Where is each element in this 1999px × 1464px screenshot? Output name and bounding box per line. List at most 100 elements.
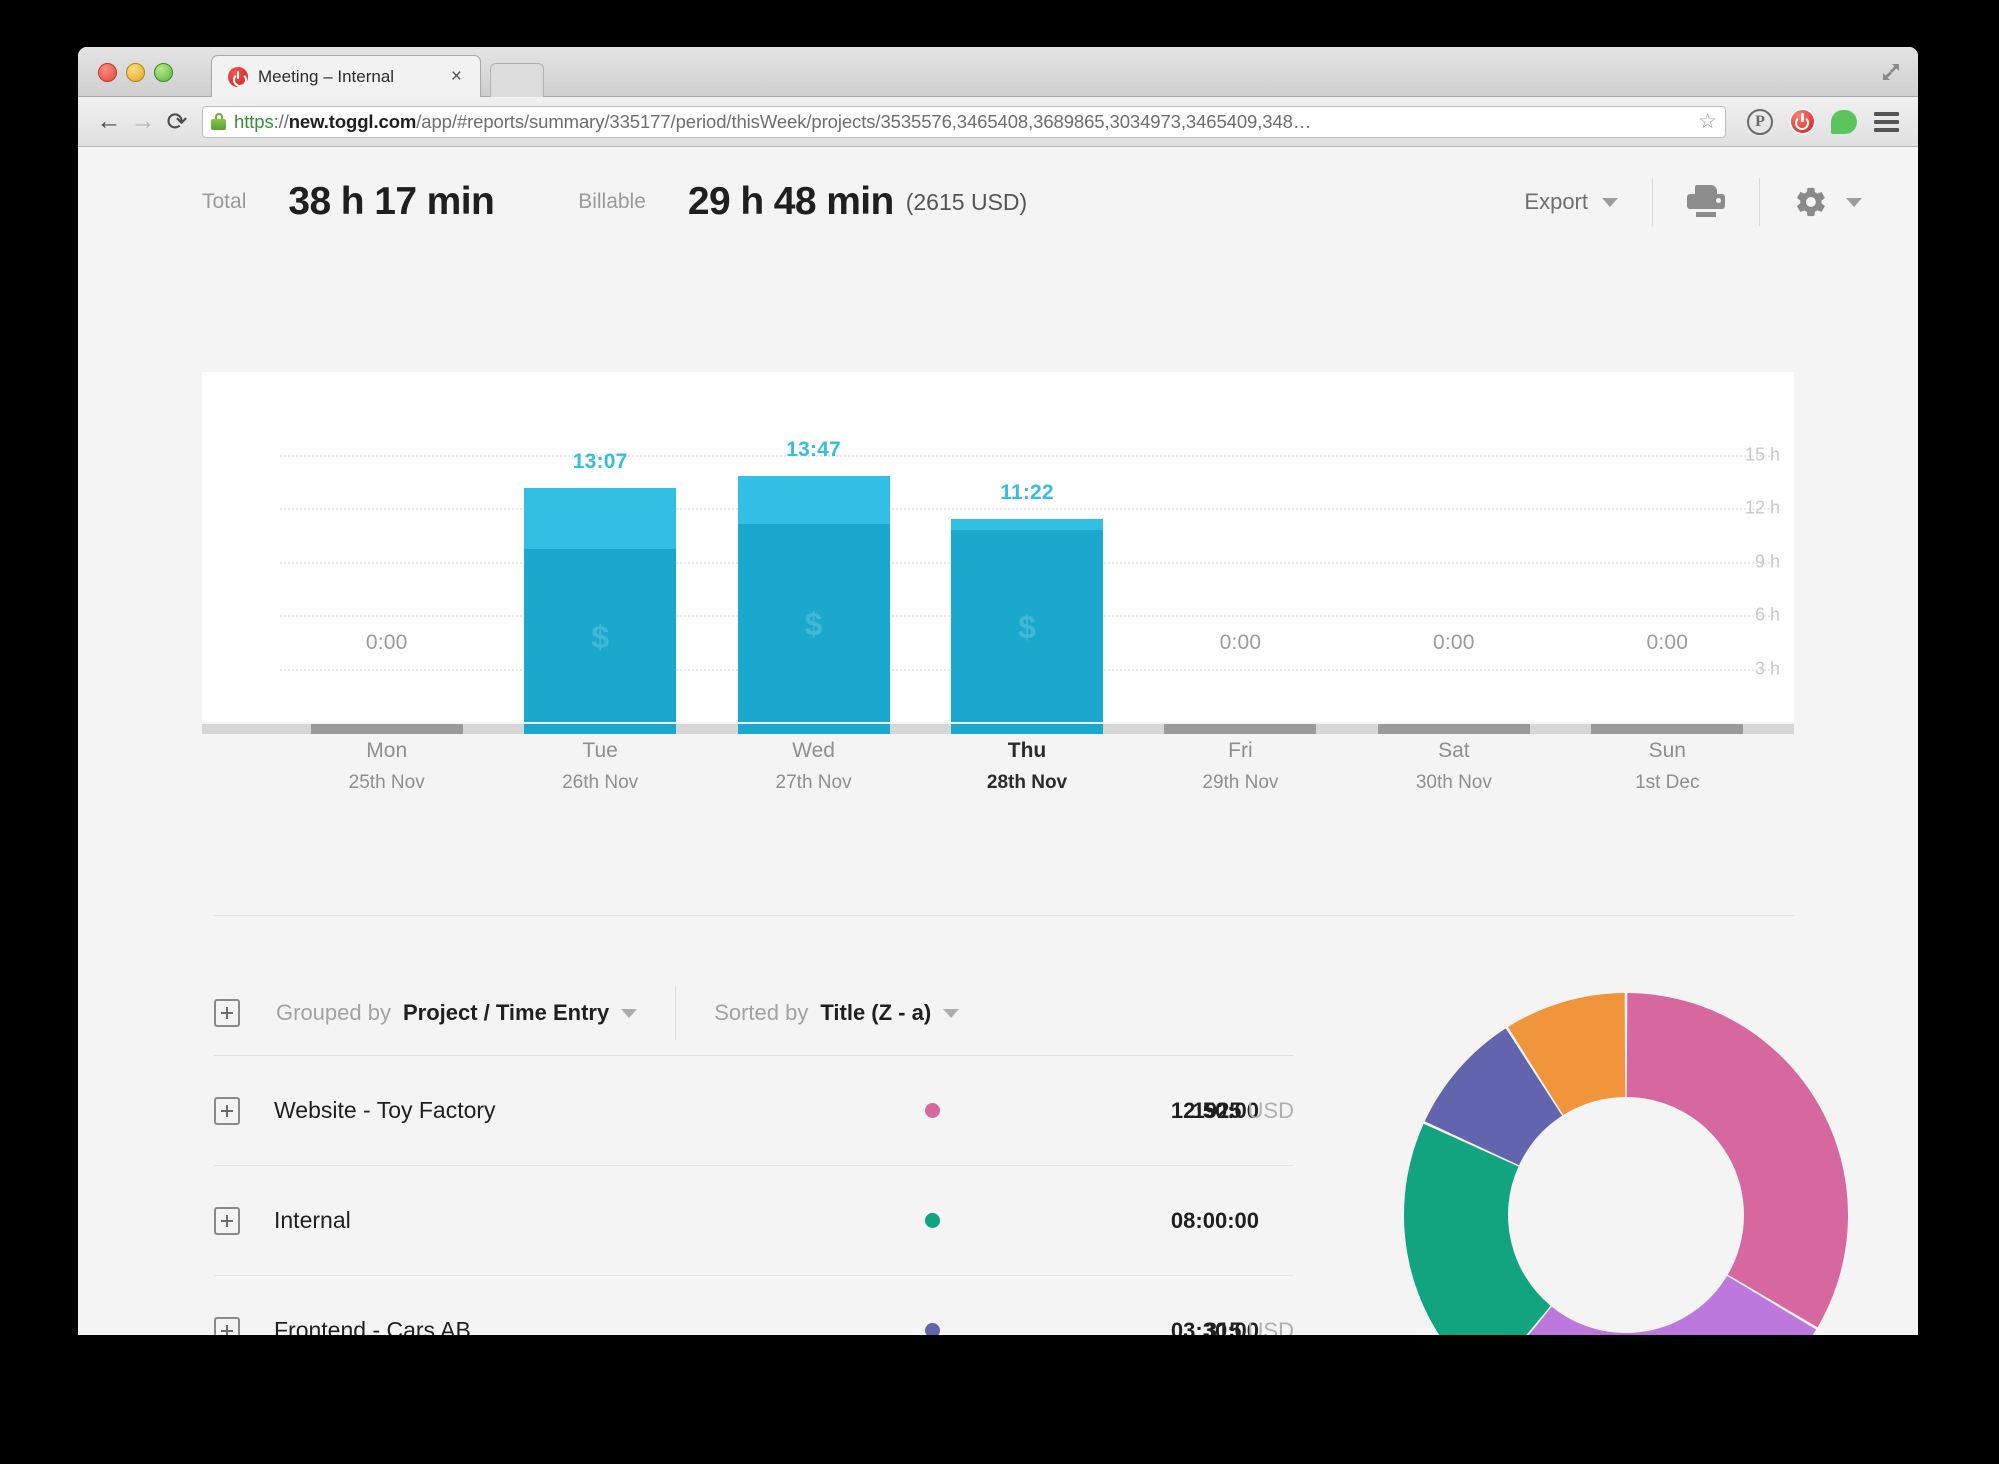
forward-button[interactable]: → bbox=[126, 105, 160, 139]
day-date: 27th Nov bbox=[775, 772, 852, 793]
day-name: Mon bbox=[366, 739, 408, 762]
toggl-extension-icon[interactable] bbox=[1784, 104, 1820, 140]
day-label: Sat 30th Nov bbox=[1378, 739, 1530, 794]
day-date: 30th Nov bbox=[1415, 772, 1492, 793]
bar-value-label: 0:00 bbox=[1219, 630, 1262, 654]
table-row[interactable]: Website - Toy Factory 12:50:00 1925 USD bbox=[214, 1056, 1294, 1166]
bar-column[interactable]: $13:07 bbox=[524, 372, 677, 722]
bar-column[interactable]: $11:22 bbox=[951, 372, 1103, 722]
report-summary-bar: Total 38 h 17 min Billable 29 h 48 min (… bbox=[78, 147, 1918, 257]
toggl-favicon-icon bbox=[228, 66, 248, 87]
project-duration: 08:00:00 bbox=[1170, 1207, 1259, 1233]
total-label: Total bbox=[202, 190, 247, 213]
sorted-by-dropdown[interactable]: Sorted by Title (Z - a) bbox=[714, 1000, 960, 1026]
day-date: 29th Nov bbox=[1202, 772, 1279, 793]
bookmark-star-icon[interactable]: ☆ bbox=[1698, 109, 1717, 134]
report-controls: Grouped by Project / Time Entry Sorted b… bbox=[214, 986, 1294, 1040]
day-label: Fri 29th Nov bbox=[1164, 739, 1316, 794]
expand-all-icon[interactable] bbox=[214, 999, 240, 1027]
browser-window: Meeting – Internal × ← → ⟳ https://new.t… bbox=[78, 47, 1918, 1335]
browser-tab[interactable]: Meeting – Internal × bbox=[211, 55, 481, 97]
export-label: Export bbox=[1524, 189, 1588, 214]
bar[interactable]: $ bbox=[524, 488, 677, 722]
url-text: https://new.toggl.com/app/#reports/summa… bbox=[234, 111, 1692, 133]
day-name: Wed bbox=[792, 739, 835, 762]
expand-row-icon[interactable] bbox=[214, 1096, 240, 1125]
back-button[interactable]: ← bbox=[92, 105, 126, 139]
browser-toolbar: ← → ⟳ https://new.toggl.com/app/#reports… bbox=[78, 97, 1918, 147]
export-button[interactable]: Export bbox=[1524, 189, 1618, 215]
bar-segment-nonbillable bbox=[951, 519, 1103, 530]
donut-slice[interactable] bbox=[1404, 1123, 1551, 1335]
day-name: Fri bbox=[1228, 739, 1253, 762]
hamburger-menu-icon[interactable] bbox=[1868, 104, 1904, 140]
day-label: Wed 27th Nov bbox=[738, 739, 890, 794]
bar-column[interactable]: $13:47 bbox=[737, 372, 890, 722]
table-row[interactable]: Internal 08:00:00 bbox=[214, 1166, 1294, 1276]
zoom-window-button[interactable] bbox=[154, 63, 173, 82]
bar-column[interactable]: 0:00 bbox=[311, 372, 463, 722]
total-value: 38 h 17 min bbox=[288, 180, 495, 223]
chevron-down-icon bbox=[621, 1008, 638, 1018]
chart-axis-strip bbox=[202, 724, 1794, 734]
axis-stub bbox=[951, 724, 1103, 734]
billable-dollar-icon: $ bbox=[1018, 608, 1036, 645]
day-name: Thu bbox=[1007, 739, 1047, 762]
bar-value-label: 13:07 bbox=[572, 450, 628, 474]
day-date: 1st Dec bbox=[1635, 772, 1700, 793]
donut-slice[interactable] bbox=[1626, 993, 1848, 1328]
chevron-down-icon bbox=[943, 1008, 960, 1018]
bar[interactable]: $ bbox=[737, 476, 890, 722]
divider bbox=[1652, 178, 1653, 226]
day-label: Thu 28th Nov bbox=[951, 739, 1103, 794]
bar-value-label: 11:22 bbox=[1000, 481, 1054, 505]
url-separator: :// bbox=[273, 110, 289, 132]
axis-stub bbox=[524, 724, 677, 734]
section-divider bbox=[214, 915, 1794, 916]
bar-column[interactable]: 0:00 bbox=[1591, 372, 1743, 722]
speech-bubble-extension-icon[interactable] bbox=[1826, 104, 1862, 140]
settings-button[interactable] bbox=[1794, 185, 1862, 219]
close-tab-icon[interactable]: × bbox=[451, 67, 462, 86]
weekly-bar-chart: 3 h6 h9 h 12 h 15 h 0:00 $13:07 $13:47 $11:22 0… bbox=[202, 372, 1794, 722]
amount-value: 1925 bbox=[1192, 1097, 1242, 1123]
grouped-by-dropdown[interactable]: Grouped by Project / Time Entry bbox=[276, 1000, 638, 1026]
print-icon[interactable] bbox=[1687, 185, 1725, 219]
bar-value-label: 0:00 bbox=[365, 630, 408, 654]
new-tab-button[interactable] bbox=[490, 63, 544, 97]
project-name: Website - Toy Factory bbox=[274, 1097, 496, 1123]
bar-segment-nonbillable bbox=[737, 476, 890, 525]
reload-button[interactable]: ⟳ bbox=[160, 105, 194, 139]
project-color-dot bbox=[925, 1103, 940, 1118]
report-page: Total 38 h 17 min Billable 29 h 48 min (… bbox=[78, 147, 1918, 1335]
maximize-window-icon[interactable] bbox=[1880, 61, 1902, 83]
project-donut-chart bbox=[1396, 985, 1856, 1335]
billable-dollar-icon: $ bbox=[591, 618, 610, 655]
bar-segment-nonbillable bbox=[524, 488, 677, 550]
project-name: Internal bbox=[274, 1207, 351, 1233]
address-bar[interactable]: https://new.toggl.com/app/#reports/summa… bbox=[202, 105, 1726, 138]
bar-value-label: 13:47 bbox=[786, 438, 841, 462]
axis-stub bbox=[1377, 724, 1530, 734]
chevron-down-icon bbox=[1602, 197, 1618, 207]
expand-row-icon[interactable] bbox=[214, 1206, 240, 1235]
lock-icon bbox=[211, 113, 226, 130]
close-window-button[interactable] bbox=[98, 63, 117, 82]
grouped-by-value: Project / Time Entry bbox=[402, 1000, 610, 1025]
pocket-extension-icon[interactable]: P bbox=[1742, 104, 1778, 140]
minimize-window-button[interactable] bbox=[126, 63, 145, 82]
project-amount: 315 USD bbox=[1094, 1318, 1294, 1336]
sorted-by-label: Sorted by bbox=[714, 1000, 809, 1025]
grouped-by-label: Grouped by bbox=[276, 1000, 391, 1025]
project-color-dot bbox=[925, 1323, 940, 1335]
bar[interactable]: $ bbox=[951, 519, 1103, 722]
bar-column[interactable]: 0:00 bbox=[1164, 372, 1316, 722]
expand-row-icon[interactable] bbox=[214, 1316, 240, 1335]
project-name: Frontend - Cars AB bbox=[274, 1317, 471, 1335]
bar-value-label: 0:00 bbox=[1646, 630, 1689, 654]
y-axis-tick: 15 h bbox=[1744, 444, 1780, 465]
table-row[interactable]: Frontend - Cars AB 03:30:00 315 USD bbox=[214, 1276, 1294, 1335]
billable-amount: (2615 USD) bbox=[905, 188, 1028, 215]
bar-column[interactable]: 0:00 bbox=[1378, 372, 1530, 722]
day-label: Mon 25th Nov bbox=[311, 739, 463, 794]
